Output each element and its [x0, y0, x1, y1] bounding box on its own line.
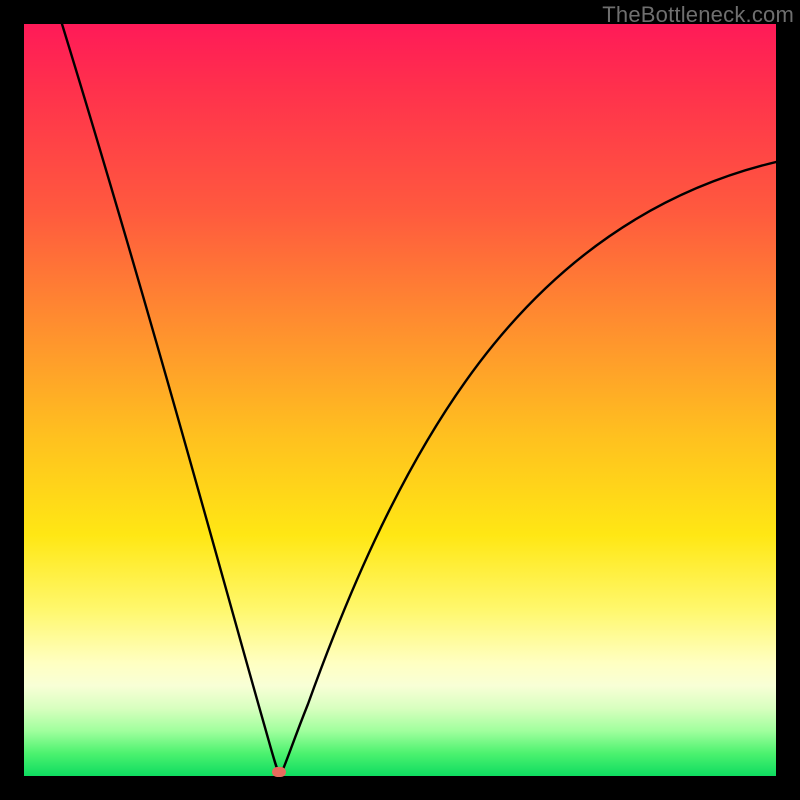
bottleneck-curve-svg — [24, 24, 776, 776]
optimum-marker — [272, 767, 286, 777]
curve-right-branch — [280, 162, 776, 776]
curve-left-branch — [62, 24, 280, 776]
chart-frame — [24, 24, 776, 776]
